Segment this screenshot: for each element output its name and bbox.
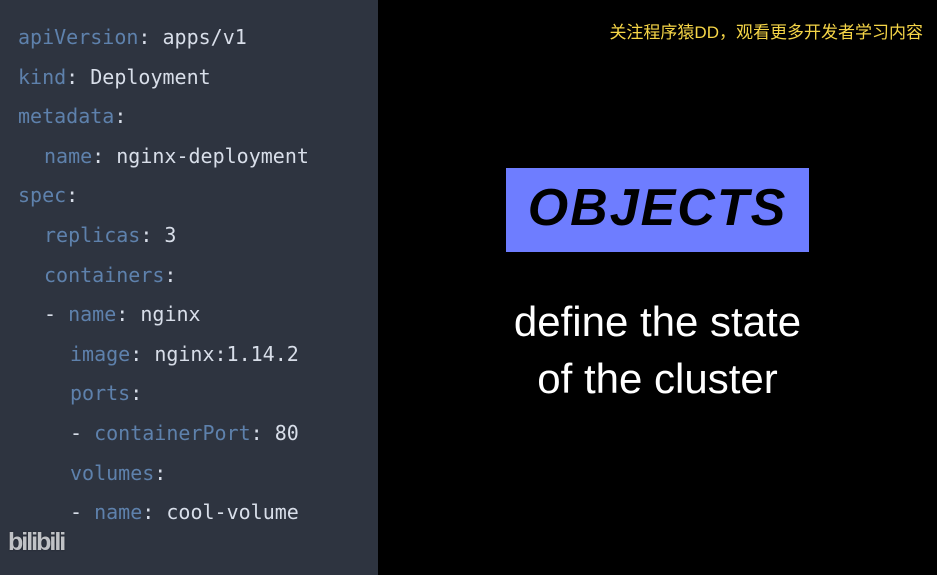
code-line: image: nginx:1.14.2 [18, 335, 366, 375]
yaml-dash: - [70, 421, 94, 445]
watermark-text: 关注程序猿DD，观看更多开发者学习内容 [609, 18, 923, 43]
yaml-value: apps/v1 [163, 25, 247, 49]
yaml-sep: : [251, 421, 275, 445]
yaml-key: metadata [18, 104, 114, 128]
code-line: replicas: 3 [18, 216, 366, 256]
code-line: spec: [18, 176, 366, 216]
code-line: containers: [18, 256, 366, 296]
yaml-sep: : [66, 183, 78, 207]
yaml-value: 3 [164, 223, 176, 247]
yaml-key: replicas [44, 223, 140, 247]
yaml-value: nginx-deployment [116, 144, 309, 168]
code-line: - containerPort: 80 [18, 414, 366, 454]
code-panel: apiVersion: apps/v1 kind: Deployment met… [0, 0, 378, 575]
heading-box: OBJECTS [506, 168, 810, 252]
yaml-key: name [44, 144, 92, 168]
yaml-value: cool-volume [166, 500, 298, 524]
yaml-sep: : [138, 25, 162, 49]
yaml-value: Deployment [90, 65, 210, 89]
code-line: name: nginx-deployment [18, 137, 366, 177]
title-panel: 关注程序猿DD，观看更多开发者学习内容 OBJECTS define the s… [378, 0, 937, 575]
code-line: volumes: [18, 454, 366, 494]
code-line: kind: Deployment [18, 58, 366, 98]
yaml-key: containerPort [94, 421, 251, 445]
yaml-value: nginx:1.14.2 [154, 342, 299, 366]
yaml-value: 80 [275, 421, 299, 445]
yaml-sep: : [130, 381, 142, 405]
code-line: - name: nginx [18, 295, 366, 335]
yaml-dash: - [70, 500, 94, 524]
code-line: apiVersion: apps/v1 [18, 18, 366, 58]
yaml-key: name [94, 500, 142, 524]
yaml-key: spec [18, 183, 66, 207]
yaml-sep: : [66, 65, 90, 89]
yaml-sep: : [116, 302, 140, 326]
yaml-key: volumes [70, 461, 154, 485]
bilibili-logo: bilibili [8, 518, 64, 568]
yaml-sep: : [142, 500, 166, 524]
yaml-dash: - [44, 302, 68, 326]
yaml-sep: : [92, 144, 116, 168]
yaml-key: name [68, 302, 116, 326]
yaml-key: kind [18, 65, 66, 89]
yaml-sep: : [164, 263, 176, 287]
yaml-key: ports [70, 381, 130, 405]
yaml-key: apiVersion [18, 25, 138, 49]
yaml-sep: : [140, 223, 164, 247]
yaml-sep: : [154, 461, 166, 485]
code-line: metadata: [18, 97, 366, 137]
subtitle-line: of the cluster [537, 355, 777, 402]
yaml-key: containers [44, 263, 164, 287]
yaml-sep: : [130, 342, 154, 366]
subtitle-line: define the state [514, 298, 801, 345]
yaml-key: image [70, 342, 130, 366]
subtitle-text: define the state of the cluster [514, 294, 801, 407]
yaml-value: nginx [140, 302, 200, 326]
code-line: - name: cool-volume [18, 493, 366, 533]
code-line: ports: [18, 374, 366, 414]
yaml-sep: : [114, 104, 126, 128]
